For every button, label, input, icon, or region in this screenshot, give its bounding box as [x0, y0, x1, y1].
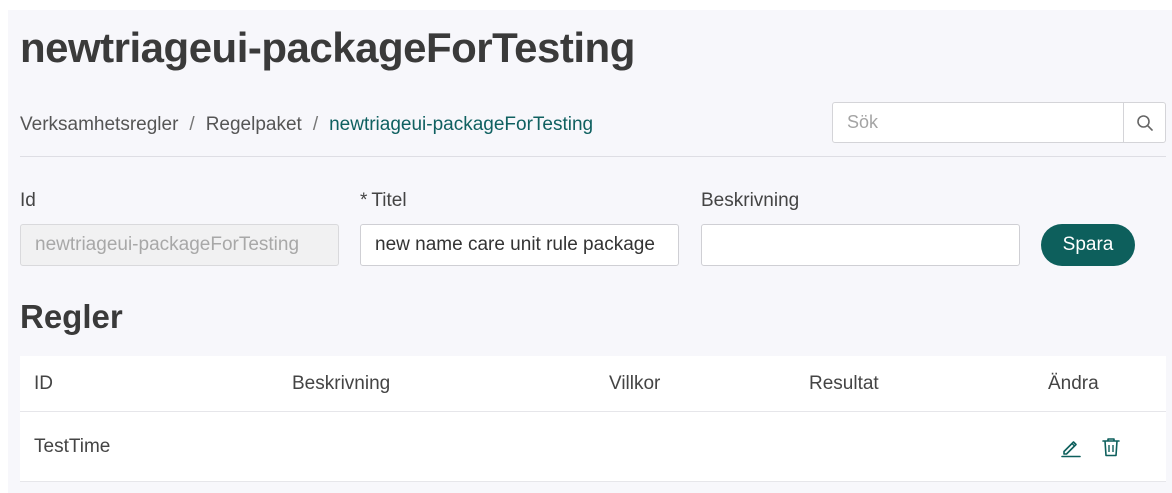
search-input[interactable]	[833, 103, 1123, 142]
page-container: newtriageui-packageForTesting Verksamhet…	[8, 10, 1172, 493]
breadcrumb-current: newtriageui-packageForTesting	[329, 114, 594, 135]
search-button[interactable]	[1123, 103, 1165, 142]
description-field[interactable]	[701, 224, 1020, 266]
required-mark: *	[360, 190, 368, 211]
edit-icon[interactable]	[1058, 434, 1084, 460]
column-header-description: Beskrivning	[292, 372, 391, 394]
title-field[interactable]	[360, 224, 679, 266]
breadcrumb-separator: /	[312, 114, 319, 135]
search-box	[832, 102, 1166, 143]
id-field	[20, 224, 339, 266]
breadcrumb-separator: /	[189, 114, 195, 135]
title-label-text: Titel	[371, 190, 407, 211]
rules-section-title: Regler	[20, 298, 123, 335]
rule-id-cell: TestTime	[34, 435, 111, 457]
trash-icon[interactable]	[1098, 434, 1124, 460]
header-divider	[20, 156, 1166, 157]
save-button[interactable]: Spara	[1041, 224, 1135, 266]
breadcrumb-item-rule-packages[interactable]: Regelpaket	[206, 114, 302, 136]
rules-table: ID Beskrivning Villkor Resultat Ändra Te…	[20, 356, 1166, 482]
table-row: TestTime	[20, 412, 1166, 482]
column-header-id: ID	[34, 372, 53, 394]
id-label: Id	[20, 190, 36, 211]
column-header-result: Resultat	[809, 372, 879, 394]
breadcrumb: Verksamhetsregler / Regelpaket / newtria…	[20, 114, 593, 136]
table-header: ID Beskrivning Villkor Resultat Ändra	[20, 356, 1166, 412]
page-title: newtriageui-packageForTesting	[20, 24, 635, 71]
description-label: Beskrivning	[701, 190, 800, 211]
title-label: * Titel	[360, 190, 407, 212]
rule-actions-cell	[1058, 412, 1124, 481]
column-header-edit: Ändra	[1048, 372, 1099, 394]
search-icon	[1136, 114, 1153, 131]
breadcrumb-item-business-rules[interactable]: Verksamhetsregler	[20, 114, 178, 136]
column-header-condition: Villkor	[609, 372, 661, 394]
